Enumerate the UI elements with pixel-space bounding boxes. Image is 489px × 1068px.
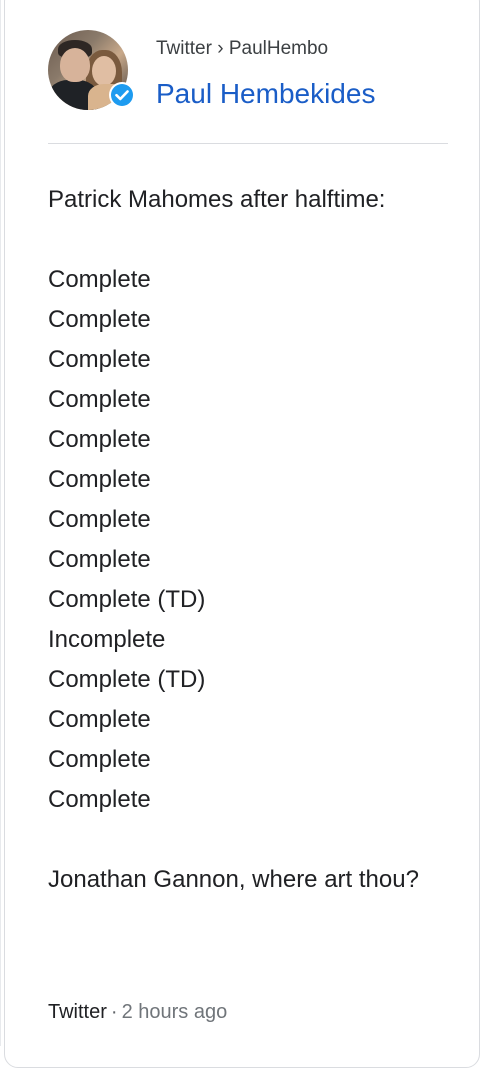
play-item: Complete bbox=[48, 386, 151, 413]
breadcrumb[interactable]: Twitter › PaulHembo bbox=[156, 38, 328, 60]
play-item: Complete (TD) bbox=[48, 586, 206, 613]
play-item: Complete bbox=[48, 466, 151, 493]
page-edge bbox=[0, 0, 1, 1046]
tweet-closing: Jonathan Gannon, where art thou? bbox=[48, 866, 419, 893]
play-item: Complete bbox=[48, 746, 151, 773]
play-item: Complete bbox=[48, 266, 151, 293]
play-item: Complete bbox=[48, 706, 151, 733]
source-label[interactable]: Twitter bbox=[48, 1001, 107, 1023]
play-item: Complete bbox=[48, 546, 151, 573]
author-name-link[interactable]: Paul Hembekides bbox=[156, 78, 375, 110]
play-item: Complete bbox=[48, 306, 151, 333]
play-item: Complete bbox=[48, 346, 151, 373]
verified-check-icon bbox=[109, 82, 135, 108]
play-item: Complete bbox=[48, 506, 151, 533]
play-item: Complete bbox=[48, 786, 151, 813]
tweet-body: Patrick Mahomes after halftime: Complete… bbox=[48, 180, 458, 820]
tweet-footer: Twitter · 2 hours ago bbox=[48, 1001, 227, 1024]
play-item: Complete bbox=[48, 426, 151, 453]
play-item: Complete (TD) bbox=[48, 666, 206, 693]
divider bbox=[48, 143, 448, 144]
play-item: Incomplete bbox=[48, 626, 166, 653]
timestamp: 2 hours ago bbox=[121, 1001, 228, 1023]
tweet-intro: Patrick Mahomes after halftime: bbox=[48, 186, 386, 213]
separator-dot: · bbox=[110, 1001, 118, 1023]
